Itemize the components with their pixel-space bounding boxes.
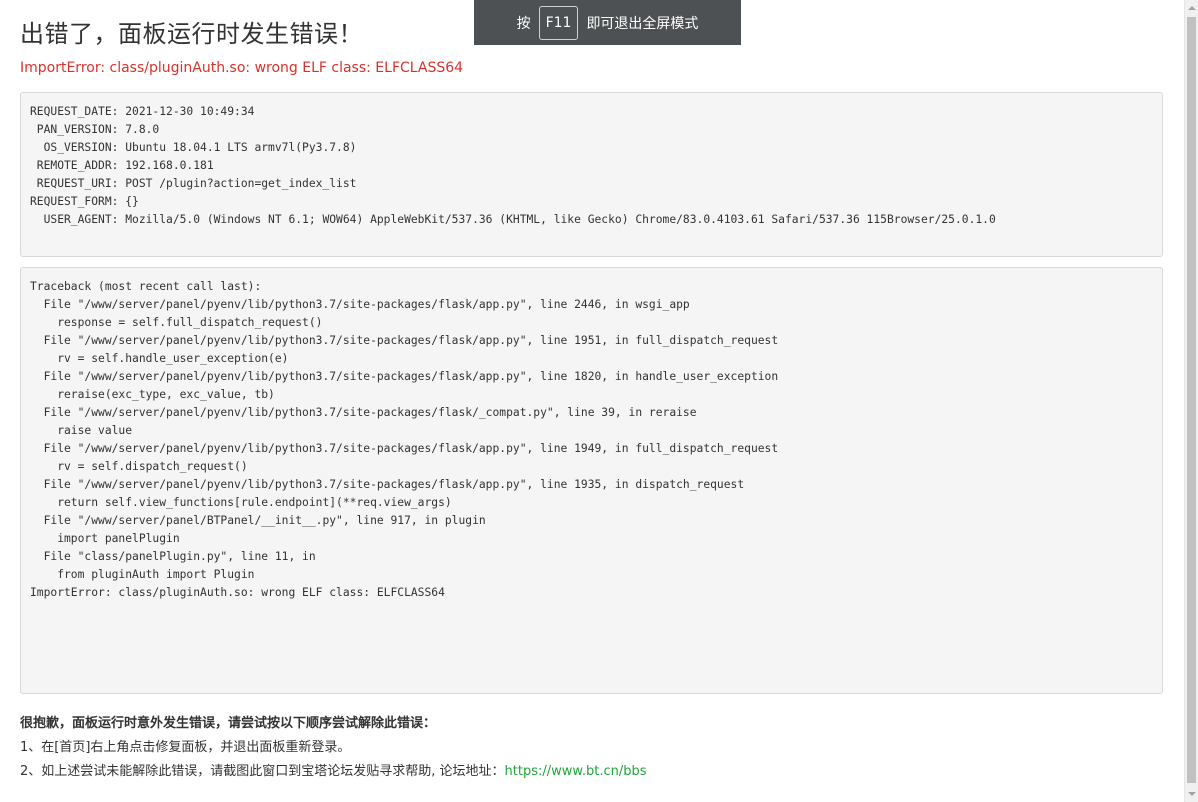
request-info-box: REQUEST_DATE: 2021-12-30 10:49:34 PAN_VE… bbox=[20, 92, 1163, 257]
scroll-up-arrow-icon[interactable] bbox=[1188, 6, 1196, 10]
forum-link[interactable]: https://www.bt.cn/bbs bbox=[505, 764, 647, 779]
toast-suffix: 即可退出全屏模式 bbox=[586, 15, 699, 32]
help-title: 很抱歉，面板运行时意外发生错误，请尝试按以下顺序尝试解除此错误： bbox=[20, 716, 437, 731]
help-step-2: 2、如上述尝试未能解除此错误，请截图此窗口到宝塔论坛发贴寻求帮助, 论坛地址：h… bbox=[20, 763, 1163, 781]
help-step-1: 1、在[首页]右上角点击修复面板，并退出面板重新登录。 bbox=[20, 740, 351, 755]
toast-prefix: 按 bbox=[516, 15, 531, 32]
help-step-2-text: 2、如上述尝试未能解除此错误，请截图此窗口到宝塔论坛发贴寻求帮助, 论坛地址： bbox=[20, 764, 505, 779]
fullscreen-exit-toast: 按 F11 即可退出全屏模式 bbox=[474, 0, 741, 45]
scrollbar-thumb[interactable] bbox=[1187, 17, 1196, 783]
f11-key-badge: F11 bbox=[538, 5, 579, 40]
error-page: 出错了，面板运行时发生错误！ ImportError: class/plugin… bbox=[0, 0, 1198, 802]
traceback-box: Traceback (most recent call last): File … bbox=[20, 267, 1163, 694]
error-content: 出错了，面板运行时发生错误！ ImportError: class/plugin… bbox=[20, 0, 1163, 781]
scroll-down-arrow-icon[interactable] bbox=[1188, 792, 1196, 796]
error-message: ImportError: class/pluginAuth.so: wrong … bbox=[20, 60, 464, 76]
vertical-scrollbar[interactable] bbox=[1184, 0, 1198, 802]
